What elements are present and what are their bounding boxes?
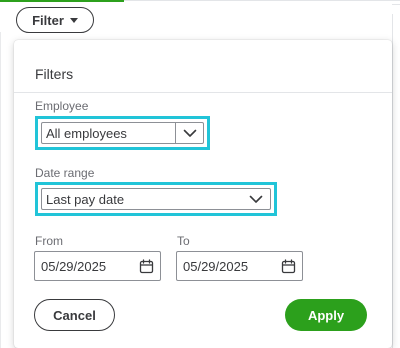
to-date-input[interactable]: 05/29/2025 xyxy=(176,251,303,281)
calendar-icon[interactable] xyxy=(138,258,154,274)
background-divider xyxy=(392,14,393,348)
apply-button[interactable]: Apply xyxy=(285,299,367,331)
top-divider xyxy=(124,0,400,1)
page: Filter Filters Employee All employees Da… xyxy=(0,0,400,348)
from-label: From xyxy=(35,234,63,248)
to-label: To xyxy=(177,234,190,248)
title-divider xyxy=(14,92,392,93)
background-divider xyxy=(392,4,400,5)
background-divider xyxy=(0,32,1,348)
filter-button-label: Filter xyxy=(32,12,64,28)
filter-button[interactable]: Filter xyxy=(16,7,94,33)
date-range-select[interactable]: Last pay date xyxy=(41,188,271,210)
filters-title: Filters xyxy=(35,66,74,82)
active-tab-indicator xyxy=(0,0,124,2)
date-range-select-value: Last pay date xyxy=(46,191,125,207)
employee-highlight: All employees xyxy=(35,116,210,150)
to-date-value: 05/29/2025 xyxy=(183,258,249,274)
calendar-icon[interactable] xyxy=(280,258,296,274)
filters-popover: Filters Employee All employees Date rang… xyxy=(14,40,392,348)
date-range-highlight: Last pay date xyxy=(35,182,277,216)
cancel-button[interactable]: Cancel xyxy=(34,299,115,331)
employee-label: Employee xyxy=(35,99,89,113)
employee-select[interactable]: All employees xyxy=(41,122,204,144)
employee-select-value: All employees xyxy=(46,125,127,141)
date-range-label: Date range xyxy=(35,166,95,180)
chevron-down-icon[interactable] xyxy=(242,189,270,209)
caret-down-icon xyxy=(69,18,78,23)
from-date-value: 05/29/2025 xyxy=(41,258,107,274)
chevron-down-icon[interactable] xyxy=(175,123,203,143)
from-date-input[interactable]: 05/29/2025 xyxy=(34,251,161,281)
